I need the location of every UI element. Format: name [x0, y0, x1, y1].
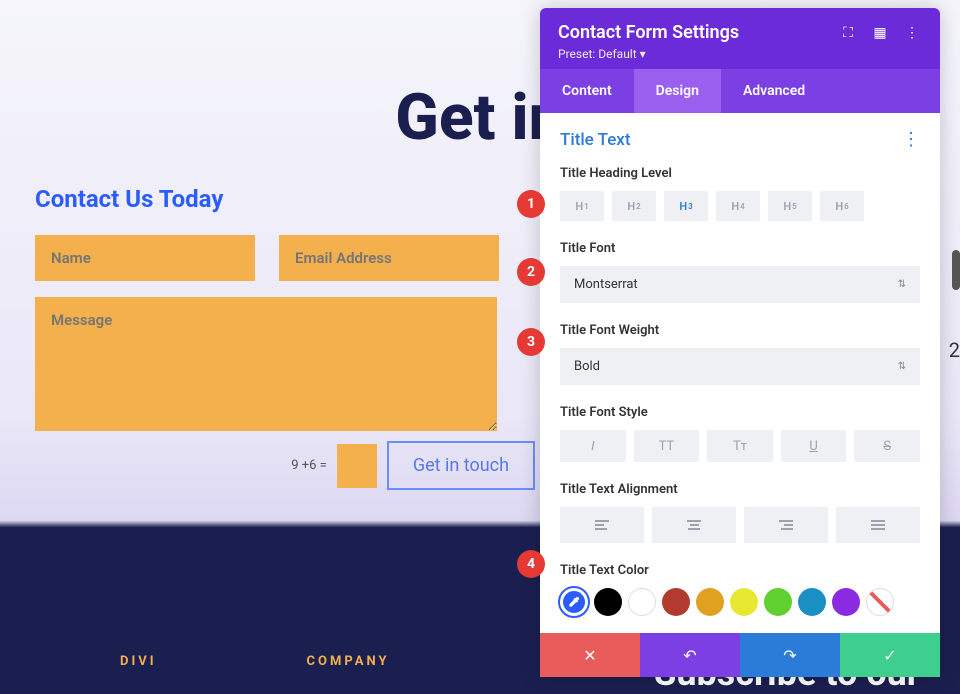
color-swatch[interactable]	[798, 588, 826, 616]
more-colors-icon[interactable]: •••	[560, 626, 920, 633]
label-alignment: Title Text Alignment	[560, 482, 920, 497]
heading-h4[interactable]: H4	[716, 191, 760, 221]
redo-icon: ↷	[783, 646, 796, 665]
heading-level-group: H1 H2 H3 H4 H5 H6	[560, 191, 920, 221]
weight-select-value: Bold	[574, 359, 898, 374]
close-icon: ✕	[583, 646, 596, 665]
email-field[interactable]	[279, 235, 499, 281]
font-select[interactable]: Montserrat ⇅	[560, 266, 920, 303]
style-uppercase[interactable]: TT	[634, 430, 700, 462]
heading-h3[interactable]: H3	[664, 191, 708, 221]
grid-icon[interactable]: ▦	[870, 25, 890, 41]
label-font: Title Font	[560, 241, 920, 256]
heading-h6[interactable]: H6	[820, 191, 864, 221]
annotation-badge-1: 1	[517, 190, 545, 218]
color-swatch[interactable]	[628, 588, 656, 616]
color-swatch[interactable]	[764, 588, 792, 616]
style-underline[interactable]: U	[781, 430, 847, 462]
heading-h2[interactable]: H2	[612, 191, 656, 221]
save-button[interactable]: ✓	[840, 633, 940, 677]
page-peek-text: 2	[949, 338, 960, 362]
label-font-style: Title Font Style	[560, 405, 920, 420]
submit-button[interactable]: Get in touch	[387, 441, 535, 490]
check-icon: ✓	[883, 646, 896, 665]
captcha-label: 9 +6 =	[291, 458, 327, 473]
annotation-badge-2: 2	[517, 258, 545, 286]
color-picker-button[interactable]	[560, 588, 588, 616]
eyedropper-icon	[567, 595, 581, 609]
scrollbar-thumb[interactable]	[952, 250, 960, 290]
style-smallcaps[interactable]: Tт	[707, 430, 773, 462]
footer-col-company: COMPANY	[307, 654, 390, 694]
name-field[interactable]	[35, 235, 255, 281]
section-menu-icon[interactable]: ⋮	[902, 129, 920, 150]
preset-label[interactable]: Preset: Default ▾	[558, 47, 922, 61]
style-italic[interactable]: I	[560, 430, 626, 462]
annotation-badge-4: 4	[517, 550, 545, 578]
label-heading-level: Title Heading Level	[560, 166, 920, 181]
align-left[interactable]	[560, 507, 644, 543]
undo-button[interactable]: ↶	[640, 633, 740, 677]
weight-select[interactable]: Bold ⇅	[560, 348, 920, 385]
color-swatch[interactable]	[662, 588, 690, 616]
label-text-color: Title Text Color	[560, 563, 920, 578]
chevron-updown-icon: ⇅	[898, 361, 906, 372]
label-font-weight: Title Font Weight	[560, 323, 920, 338]
section-title-text[interactable]: Title Text	[560, 130, 902, 150]
color-swatch[interactable]	[832, 588, 860, 616]
menu-icon[interactable]: ⋮	[902, 25, 922, 41]
expand-icon[interactable]: ⛶	[838, 25, 858, 41]
color-swatch[interactable]	[730, 588, 758, 616]
panel-title: Contact Form Settings	[558, 22, 826, 43]
color-swatch[interactable]	[866, 588, 894, 616]
tab-content[interactable]: Content	[540, 69, 634, 113]
color-swatch[interactable]	[594, 588, 622, 616]
tab-advanced[interactable]: Advanced	[721, 69, 827, 113]
style-strikethrough[interactable]: S	[854, 430, 920, 462]
settings-panel: Contact Form Settings ⛶ ▦ ⋮ Preset: Defa…	[540, 8, 940, 677]
heading-h1[interactable]: H1	[560, 191, 604, 221]
undo-icon: ↶	[683, 646, 696, 665]
annotation-badge-3: 3	[517, 328, 545, 356]
message-field[interactable]	[35, 297, 497, 431]
heading-h5[interactable]: H5	[768, 191, 812, 221]
captcha-input[interactable]	[337, 444, 377, 488]
tab-design[interactable]: Design	[634, 69, 721, 113]
align-right[interactable]	[744, 507, 828, 543]
align-justify[interactable]	[836, 507, 920, 543]
align-center[interactable]	[652, 507, 736, 543]
redo-button[interactable]: ↷	[740, 633, 840, 677]
color-swatch[interactable]	[696, 588, 724, 616]
chevron-updown-icon: ⇅	[898, 279, 906, 290]
font-select-value: Montserrat	[574, 277, 898, 292]
cancel-button[interactable]: ✕	[540, 633, 640, 677]
footer-col-divi: DIVI	[120, 654, 157, 694]
